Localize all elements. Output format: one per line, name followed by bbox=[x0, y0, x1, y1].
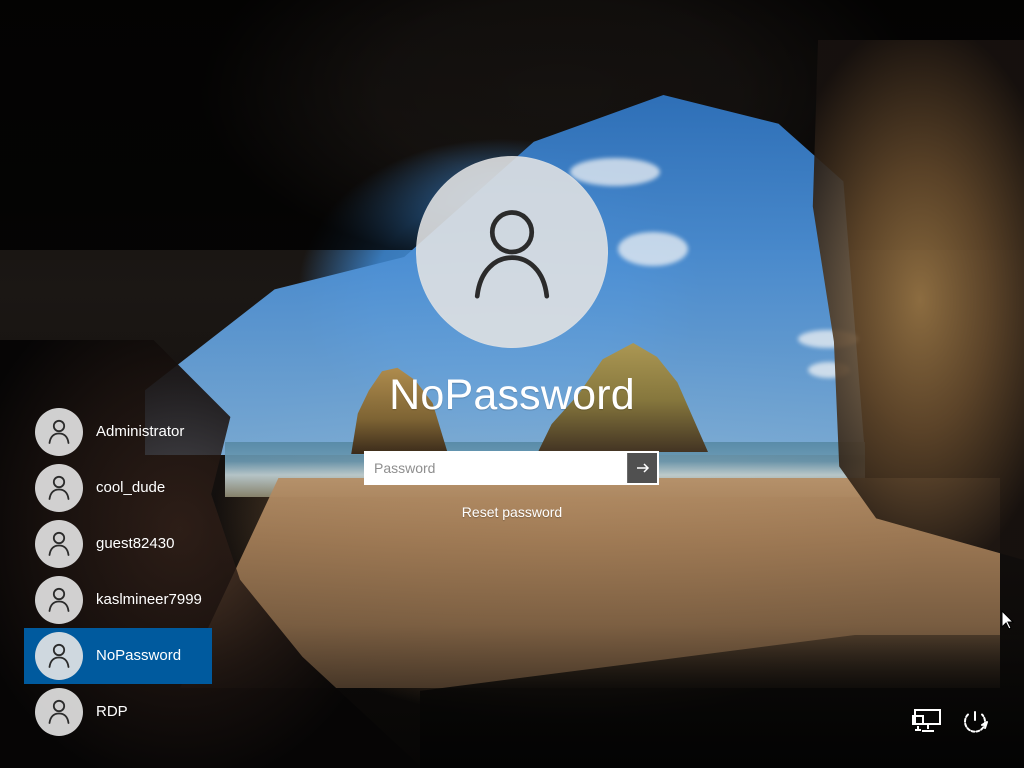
user-icon bbox=[48, 587, 70, 612]
user-icon bbox=[48, 531, 70, 556]
user-label: RDP bbox=[96, 703, 128, 720]
user-label: Administrator bbox=[96, 423, 185, 440]
password-field-container bbox=[364, 451, 659, 485]
background-cloud bbox=[570, 158, 660, 186]
selected-user-name: NoPassword bbox=[389, 371, 635, 419]
avatar bbox=[35, 464, 83, 512]
user-icon bbox=[48, 699, 70, 724]
user-label: kaslmineer7999 bbox=[96, 591, 202, 608]
user-icon bbox=[48, 643, 70, 668]
user-label: NoPassword bbox=[96, 647, 182, 664]
user-item-cool-dude[interactable]: cool_dude bbox=[24, 460, 212, 516]
user-list: Administrator cool_dude guest82430 kaslm… bbox=[24, 404, 212, 740]
avatar bbox=[35, 576, 83, 624]
user-item-kaslmineer7999[interactable]: kaslmineer7999 bbox=[24, 572, 212, 628]
user-label: guest82430 bbox=[96, 535, 175, 552]
background-cloud bbox=[618, 232, 688, 266]
avatar bbox=[35, 408, 83, 456]
submit-button[interactable] bbox=[627, 453, 657, 483]
avatar bbox=[35, 688, 83, 736]
login-avatar bbox=[416, 156, 608, 348]
arrow-right-icon bbox=[636, 463, 649, 473]
reset-password-link[interactable]: Reset password bbox=[412, 502, 612, 522]
user-item-administrator[interactable]: Administrator bbox=[24, 404, 212, 460]
network-icon bbox=[912, 709, 941, 732]
network-button[interactable] bbox=[911, 706, 945, 736]
mouse-pointer-icon bbox=[1001, 610, 1015, 630]
user-icon bbox=[474, 210, 550, 299]
user-icon bbox=[48, 419, 70, 444]
avatar bbox=[35, 632, 83, 680]
power-icon bbox=[964, 711, 988, 733]
avatar bbox=[35, 520, 83, 568]
user-label: cool_dude bbox=[96, 479, 166, 496]
user-item-nopassword[interactable]: NoPassword bbox=[24, 628, 212, 684]
user-icon bbox=[48, 475, 70, 500]
user-item-rdp[interactable]: RDP bbox=[24, 684, 212, 740]
user-item-guest82430[interactable]: guest82430 bbox=[24, 516, 212, 572]
lock-screen: NoPassword Reset password Administrator bbox=[0, 0, 1024, 768]
power-button[interactable] bbox=[958, 706, 992, 736]
password-input[interactable] bbox=[366, 453, 627, 483]
